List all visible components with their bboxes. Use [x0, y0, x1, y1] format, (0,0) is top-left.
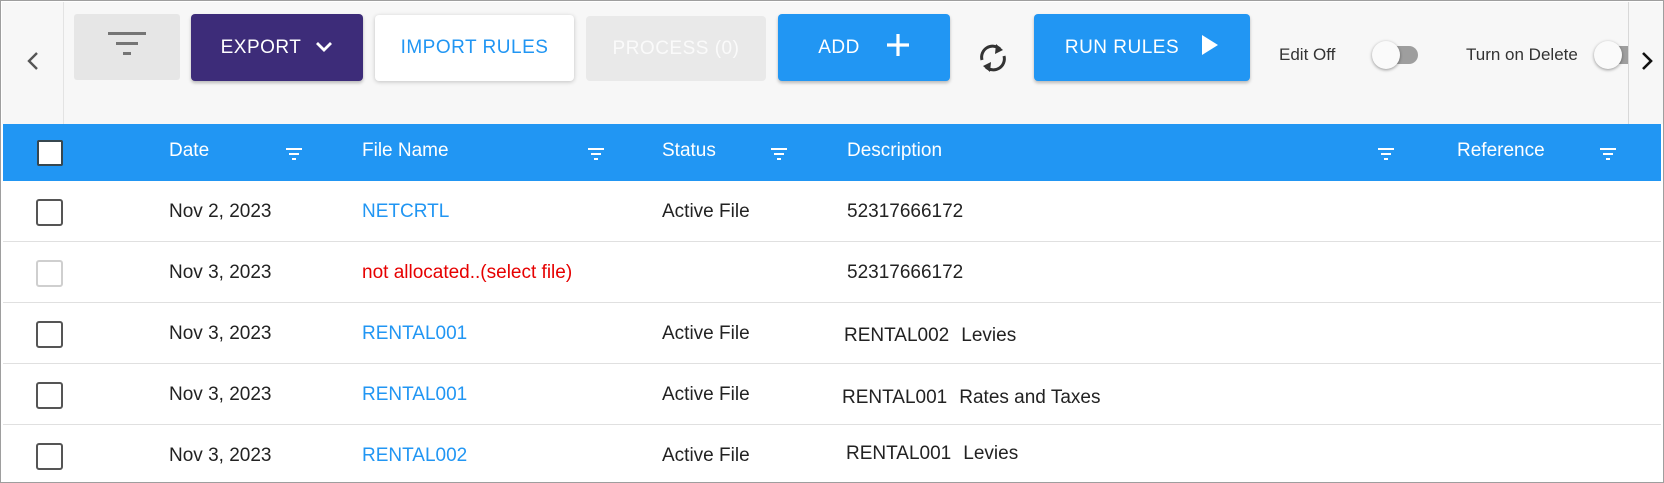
cell-description: RENTAL001 Levies	[846, 443, 1018, 465]
cell-date: Nov 2, 2023	[169, 201, 272, 222]
table-row[interactable]: Nov 3, 2023 RENTAL002 Active File RENTAL…	[3, 425, 1661, 482]
toolbar: EXPORT IMPORT RULES PROCESS (0) ADD RUN …	[2, 2, 1663, 124]
cell-file-name-link[interactable]: NETCRTL	[362, 201, 449, 223]
table-row[interactable]: Nov 3, 2023 RENTAL001 Active File RENTAL…	[3, 303, 1661, 364]
column-header-status[interactable]: Status	[662, 140, 716, 162]
cell-status: Active File	[662, 323, 750, 344]
filter-icon[interactable]	[1377, 147, 1395, 161]
description-code: RENTAL001	[846, 443, 952, 464]
cell-status: Active File	[662, 384, 750, 405]
row-checkbox[interactable]	[36, 382, 63, 409]
row-checkbox[interactable]	[36, 321, 63, 348]
description-code: 52317666172	[847, 262, 964, 283]
table-row[interactable]: Nov 2, 2023 NETCRTL Active File 52317666…	[3, 181, 1661, 242]
refresh-icon	[978, 41, 1008, 81]
table-header: Date File Name Status Description Refere…	[3, 124, 1661, 181]
rules-grid-window: EXPORT IMPORT RULES PROCESS (0) ADD RUN …	[0, 0, 1664, 483]
cell-file-name-link[interactable]: RENTAL002	[362, 445, 467, 467]
export-button[interactable]: EXPORT	[191, 14, 363, 81]
delete-toggle-knob	[1594, 41, 1622, 69]
cell-file-name-link[interactable]: RENTAL001	[362, 323, 467, 345]
process-label: PROCESS (0)	[612, 37, 740, 59]
cell-date: Nov 3, 2023	[169, 445, 272, 466]
cell-date: Nov 3, 2023	[169, 323, 272, 344]
cell-description: 52317666172	[847, 201, 963, 223]
edit-toggle-label: Edit Off	[1279, 45, 1336, 64]
description-text: Levies	[963, 443, 1019, 464]
cell-date: Nov 3, 2023	[169, 384, 272, 405]
filter-icon[interactable]	[587, 147, 605, 161]
row-checkbox[interactable]	[36, 443, 63, 470]
description-text: Rates and Taxes	[959, 387, 1101, 408]
column-header-description[interactable]: Description	[847, 140, 942, 162]
table-row[interactable]: Nov 3, 2023 not allocated..(select file)…	[3, 242, 1661, 303]
process-button[interactable]: PROCESS (0)	[586, 16, 766, 81]
play-icon	[1201, 34, 1219, 62]
plus-icon	[886, 33, 910, 63]
select-all-checkbox[interactable]	[37, 140, 63, 166]
column-header-date[interactable]: Date	[169, 140, 209, 162]
add-button[interactable]: ADD	[778, 14, 950, 81]
description-text: Levies	[961, 325, 1017, 346]
cell-file-name-link[interactable]: RENTAL001	[362, 384, 467, 406]
cell-status: Active File	[662, 445, 750, 466]
cell-description: RENTAL002 Levies	[844, 325, 1016, 347]
description-code: 52317666172	[847, 201, 964, 222]
filter-button[interactable]	[74, 14, 180, 80]
filter-icon[interactable]	[285, 147, 303, 161]
edit-toggle-knob	[1372, 41, 1400, 69]
export-label: EXPORT	[220, 36, 302, 58]
cell-description: 52317666172	[847, 262, 963, 284]
chevron-down-icon	[315, 37, 333, 59]
filter-icon[interactable]	[1599, 147, 1617, 161]
import-rules-label: IMPORT RULES	[400, 37, 549, 58]
description-code: RENTAL002	[844, 325, 950, 346]
description-code: RENTAL001	[842, 387, 948, 408]
scroll-right-button[interactable]	[1628, 2, 1663, 124]
refresh-button[interactable]	[970, 38, 1016, 84]
delete-toggle-label: Turn on Delete	[1466, 45, 1578, 64]
table-row[interactable]: Nov 3, 2023 RENTAL001 Active File RENTAL…	[3, 364, 1661, 425]
row-checkbox[interactable]	[36, 199, 63, 226]
cell-status: Active File	[662, 201, 750, 222]
scroll-left-button[interactable]	[2, 2, 64, 124]
import-rules-button[interactable]: IMPORT RULES	[375, 15, 574, 81]
filter-icon[interactable]	[770, 147, 788, 161]
chevron-left-icon	[26, 51, 40, 76]
run-rules-label: RUN RULES	[1064, 36, 1180, 58]
edit-toggle[interactable]	[1372, 41, 1418, 69]
cell-file-name-unallocated-link[interactable]: not allocated..(select file)	[362, 262, 572, 284]
cell-description: RENTAL001 Rates and Taxes	[842, 387, 1100, 409]
column-header-file-name[interactable]: File Name	[362, 140, 449, 162]
cell-date: Nov 3, 2023	[169, 262, 272, 283]
chevron-right-icon	[1640, 51, 1654, 76]
filter-icon	[108, 30, 146, 64]
add-label: ADD	[818, 36, 860, 58]
row-checkbox	[36, 260, 63, 287]
run-rules-button[interactable]: RUN RULES	[1034, 14, 1250, 81]
column-header-reference[interactable]: Reference	[1457, 140, 1545, 162]
